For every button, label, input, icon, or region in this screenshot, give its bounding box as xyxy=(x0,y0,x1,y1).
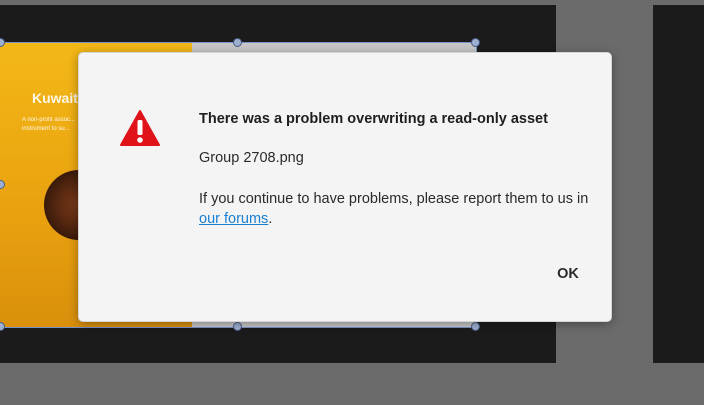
dialog-message: If you continue to have problems, please… xyxy=(199,189,589,229)
error-dialog: There was a problem overwriting a read-o… xyxy=(78,52,612,322)
ok-button[interactable]: OK xyxy=(547,261,589,287)
dialog-message-text: If you continue to have problems, please… xyxy=(199,191,589,207)
dialog-title: There was a problem overwriting a read-o… xyxy=(199,111,548,127)
warning-triangle-icon xyxy=(120,110,160,146)
forums-link[interactable]: our forums xyxy=(199,211,268,227)
dialog-filename: Group 2708.png xyxy=(199,150,304,166)
dialog-message-end: . xyxy=(268,211,273,227)
